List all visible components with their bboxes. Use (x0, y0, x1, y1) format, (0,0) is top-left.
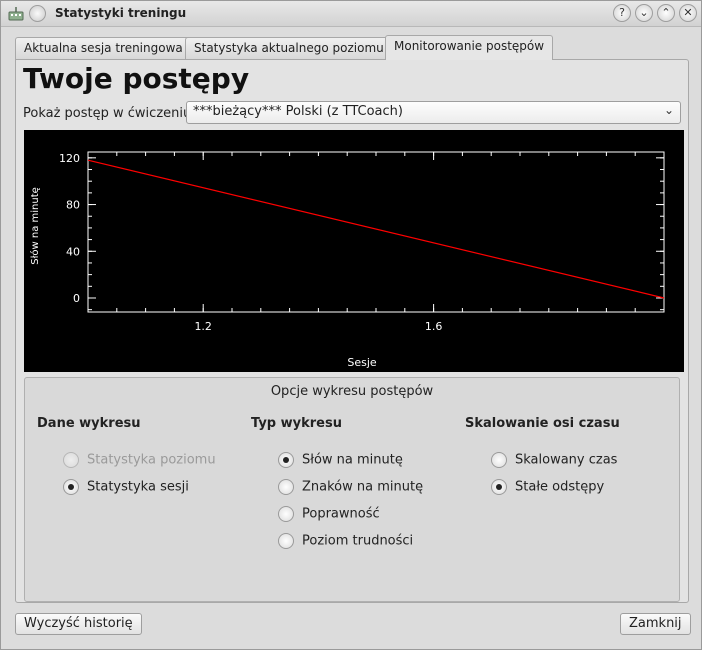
radio-label: Poprawność (302, 506, 380, 522)
radio-words-per-minute[interactable]: Słów na minutę (278, 452, 403, 470)
data-group-heading: Dane wykresu (37, 416, 141, 431)
window-title: Statystyki treningu (55, 6, 187, 20)
clear-history-button[interactable]: Wyczyść historię (15, 613, 142, 635)
y-tick-label: 80 (66, 199, 80, 212)
chart-svg: 1.2 1.6 0 40 80 120 Sesje Słów na minutę (29, 151, 665, 369)
radio-label: Poziom trudności (302, 533, 414, 549)
page-title: Twoje postępy (23, 62, 250, 95)
progress-chart: 1.2 1.6 0 40 80 120 Sesje Słów na minutę (24, 130, 684, 372)
close-icon: ✕ (683, 6, 693, 19)
scale-group-heading: Skalowanie osi czasu (465, 416, 620, 431)
type-group-heading: Typ wykresu (251, 416, 342, 431)
series-line (87, 159, 665, 299)
radio-session-stats[interactable]: Statystyka sesji (63, 479, 189, 497)
radio-indicator (491, 479, 507, 495)
progress-panel: Twoje postępy Pokaż postęp w ćwiczeniu: … (15, 59, 689, 603)
radio-level-stats[interactable]: Statystyka poziomu (63, 452, 216, 470)
close-window-button[interactable]: ✕ (679, 4, 697, 22)
options-title: Opcje wykresu postępów (270, 384, 434, 399)
radio-label: Statystyka sesji (87, 479, 189, 495)
radio-indicator (278, 506, 294, 522)
radio-indicator (63, 479, 79, 495)
y-tick-label: 40 (66, 245, 80, 258)
radio-difficulty[interactable]: Poziom trudności (278, 533, 413, 551)
help-icon: ? (619, 6, 625, 19)
y-tick-label: 0 (73, 292, 80, 305)
radio-scaled-time[interactable]: Skalowany czas (491, 452, 617, 470)
x-tick-label: 1.6 (425, 320, 443, 333)
chevron-down-icon: ⌄ (639, 6, 649, 19)
tab-level-stats[interactable]: Statystyka aktualnego poziomu (185, 37, 393, 59)
window-menu-button[interactable] (29, 5, 46, 22)
x-tick-label: 1.2 (194, 320, 212, 333)
radio-chars-per-minute[interactable]: Znaków na minutę (278, 479, 423, 497)
chart-options-group: Opcje wykresu postępów Dane wykresu Stat… (24, 377, 680, 602)
app-keyboard-icon (8, 7, 24, 21)
title-bar[interactable]: Statystyki treningu ? ⌄ ⌃ ✕ (1, 1, 701, 27)
tab-label: Statystyka aktualnego poziomu (194, 41, 384, 55)
close-button[interactable]: Zamknij (620, 613, 691, 635)
y-axis-label: Słów na minutę (29, 187, 41, 265)
chevron-down-icon: ⌄ (663, 103, 674, 117)
radio-indicator (491, 452, 507, 468)
help-button[interactable]: ? (613, 4, 631, 22)
tab-label: Aktualna sesja treningowa (24, 41, 183, 55)
tab-label: Monitorowanie postępów (394, 39, 545, 53)
plot-frame (87, 151, 665, 313)
radio-label: Znaków na minutę (302, 479, 424, 495)
radio-indicator (278, 479, 294, 495)
exercise-label: Pokaż postęp w ćwiczeniu: (23, 106, 196, 121)
stats-window: Statystyki treningu ? ⌄ ⌃ ✕ Aktualna ses… (0, 0, 702, 650)
radio-indicator (278, 533, 294, 549)
radio-label: Słów na minutę (302, 452, 403, 468)
chevron-up-icon: ⌃ (661, 6, 671, 19)
radio-label: Stałe odstępy (515, 479, 605, 495)
exercise-select[interactable]: ***bieżący*** Polski (z TTCoach) ⌄ (186, 101, 681, 124)
y-tick-label: 120 (59, 152, 80, 165)
radio-indicator (278, 452, 294, 468)
tab-progress-monitoring[interactable]: Monitorowanie postępów (385, 35, 554, 60)
maximize-button[interactable]: ⌃ (657, 4, 675, 22)
radio-label: Skalowany czas (515, 452, 618, 468)
exercise-select-value: ***bieżący*** Polski (z TTCoach) (193, 104, 403, 119)
radio-fixed-intervals[interactable]: Stałe odstępy (491, 479, 604, 497)
radio-indicator (63, 452, 79, 468)
minimize-button[interactable]: ⌄ (635, 4, 653, 22)
radio-accuracy[interactable]: Poprawność (278, 506, 380, 524)
radio-label: Statystyka poziomu (87, 452, 216, 468)
tab-current-session[interactable]: Aktualna sesja treningowa (15, 37, 192, 59)
x-axis-label: Sesje (347, 356, 377, 369)
